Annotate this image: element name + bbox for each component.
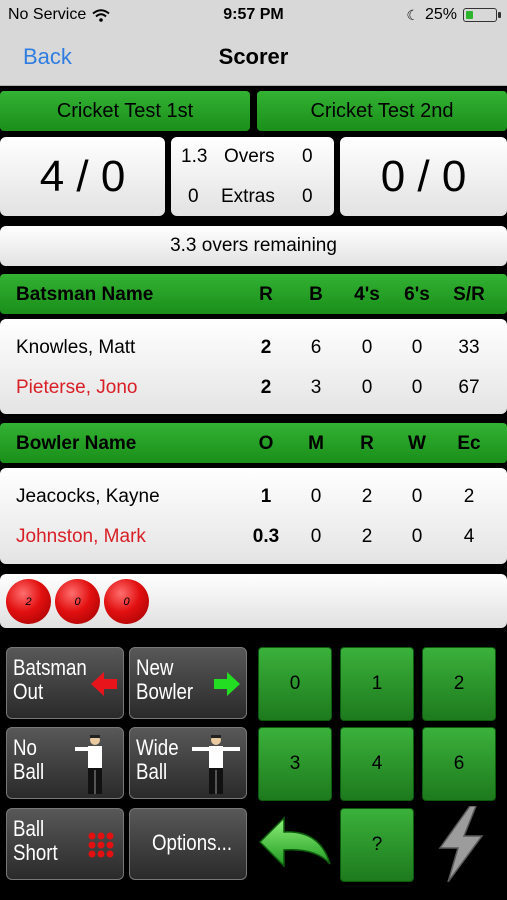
overs-extras-panel: 1.3 Overs 0 0 Extras 0: [171, 137, 334, 216]
overs-right-value: 0: [302, 146, 313, 167]
overs-label: Overs: [224, 146, 275, 167]
bowler-overs: 0.3: [252, 526, 280, 547]
extras-left-value: 0: [188, 186, 199, 207]
bowler-wickets: 0: [411, 486, 423, 507]
new-bowler-button[interactable]: New Bowler: [129, 647, 247, 719]
bowler-economy: 2: [463, 486, 475, 507]
runs-6-button[interactable]: 6: [422, 727, 496, 801]
second-innings-score: 0 / 0: [340, 137, 507, 216]
undo-arrow-icon[interactable]: [258, 812, 332, 874]
bowler-wickets: 0: [411, 526, 423, 547]
batting-header: Batsman Name R B 4's 6's S/R: [0, 274, 507, 314]
runs-4-button[interactable]: 4: [340, 727, 414, 801]
batsman-name: Knowles, Matt: [16, 337, 136, 358]
table-row[interactable]: Pieterse, Jono 2 3 0 0 67: [0, 367, 507, 407]
batsman-sixes: 0: [411, 377, 423, 398]
bowler-economy: 4: [463, 526, 475, 547]
options-label: Options...: [152, 830, 233, 855]
arrow-left-icon: [91, 672, 117, 696]
economy-header: Ec: [457, 433, 481, 454]
red-dots-icon: [88, 832, 114, 858]
battery-percent: 25%: [424, 6, 457, 23]
status-bar: No Service 9:57 PM ☾ 25%: [0, 0, 507, 30]
batsman-strike-rate: 67: [458, 377, 480, 398]
maidens-header: M: [308, 433, 324, 454]
ball-icon: 2: [6, 579, 51, 624]
no-ball-button[interactable]: No Ball: [6, 727, 124, 799]
current-over-balls: 2 0 0: [0, 574, 507, 628]
balls-header: B: [309, 284, 323, 305]
team-first-header: Cricket Test 1st: [0, 91, 250, 131]
table-row[interactable]: Johnston, Mark 0.3 0 2 0 4: [0, 516, 507, 556]
battery-icon: [463, 8, 501, 22]
new-bowler-label: New Bowler: [136, 655, 194, 704]
bowler-runs: 2: [361, 486, 373, 507]
bowler-runs: 2: [361, 526, 373, 547]
batsman-balls: 6: [310, 337, 322, 358]
batsman-runs: 2: [260, 377, 272, 398]
wide-ball-button[interactable]: Wide Ball: [129, 727, 247, 799]
extras-right-value: 0: [302, 186, 313, 207]
fours-header: 4's: [354, 284, 380, 305]
page-title: Scorer: [218, 44, 289, 69]
batsman-runs: 2: [260, 337, 272, 358]
ball-short-button[interactable]: Ball Short: [6, 808, 124, 880]
overs-header: O: [258, 433, 274, 454]
runs-1-button[interactable]: 1: [340, 647, 414, 721]
bowler-name: Jeacocks, Kayne: [16, 486, 160, 507]
overs-remaining: 3.3 overs remaining: [0, 226, 507, 266]
arrow-right-icon: [214, 672, 240, 696]
bowler-name: Johnston, Mark: [16, 526, 146, 547]
ball-short-label: Ball Short: [13, 816, 58, 865]
batsman-name: Pieterse, Jono: [16, 377, 138, 398]
wide-ball-label: Wide Ball: [136, 735, 179, 784]
bowler-name-header: Bowler Name: [16, 433, 137, 454]
umpire-wide-ball-icon: [192, 735, 240, 794]
bowler-overs: 1: [260, 486, 272, 507]
batsman-out-label: Batsman Out: [13, 655, 87, 704]
unknown-runs-button[interactable]: ?: [340, 808, 414, 882]
runs-2-button[interactable]: 2: [422, 647, 496, 721]
strike-rate-header: S/R: [453, 284, 485, 305]
table-row[interactable]: Knowles, Matt 2 6 0 0 33: [0, 327, 507, 367]
runs-header: R: [259, 284, 273, 305]
options-button[interactable]: Options...: [129, 808, 247, 880]
runs-3-button[interactable]: 3: [258, 727, 332, 801]
lightning-icon[interactable]: [434, 806, 488, 882]
runs-0-button[interactable]: 0: [258, 647, 332, 721]
wickets-header: W: [408, 433, 426, 454]
bowler-maidens: 0: [310, 526, 322, 547]
navigation-bar: Back Scorer: [0, 30, 507, 86]
batsman-sixes: 0: [411, 337, 423, 358]
bowler-maidens: 0: [310, 486, 322, 507]
bowler-runs-header: R: [360, 433, 374, 454]
ball-icon: 0: [55, 579, 100, 624]
batsman-name-header: Batsman Name: [16, 284, 154, 305]
bowling-header: Bowler Name O M R W Ec: [0, 423, 507, 463]
ball-icon: 0: [104, 579, 149, 624]
batsman-strike-rate: 33: [458, 337, 480, 358]
team-second-header: Cricket Test 2nd: [257, 91, 507, 131]
batsman-fours: 0: [361, 337, 373, 358]
umpire-no-ball-icon: [75, 735, 102, 794]
sixes-header: 6's: [404, 284, 430, 305]
bowling-table: Jeacocks, Kayne 1 0 2 0 2 Johnston, Mark…: [0, 468, 507, 564]
batsman-balls: 3: [310, 377, 322, 398]
batsman-out-button[interactable]: Batsman Out: [6, 647, 124, 719]
table-row[interactable]: Jeacocks, Kayne 1 0 2 0 2: [0, 476, 507, 516]
first-innings-score: 4 / 0: [0, 137, 165, 216]
batting-table: Knowles, Matt 2 6 0 0 33 Pieterse, Jono …: [0, 319, 507, 414]
extras-label: Extras: [221, 186, 275, 207]
moon-icon: ☾: [406, 6, 419, 23]
batsman-fours: 0: [361, 377, 373, 398]
no-ball-label: No Ball: [13, 735, 45, 784]
overs-bowled-value: 1.3: [181, 146, 208, 167]
